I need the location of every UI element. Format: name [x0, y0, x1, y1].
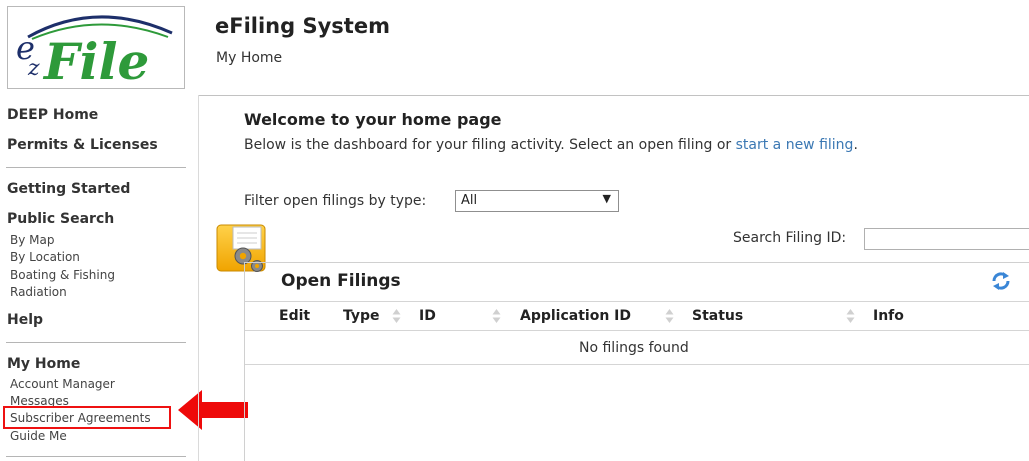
- welcome-text: Below is the dashboard for your filing a…: [244, 137, 858, 153]
- sidebar-divider: [6, 456, 186, 457]
- column-header-info[interactable]: Info: [873, 308, 904, 324]
- svg-text:File: File: [42, 32, 149, 88]
- sort-icon[interactable]: [392, 307, 401, 325]
- welcome-text-before: Below is the dashboard for your filing a…: [244, 137, 736, 153]
- sidebar-help-link[interactable]: Help: [7, 312, 43, 328]
- sort-icon[interactable]: [665, 307, 674, 325]
- header-divider: [198, 95, 1029, 96]
- sort-icon[interactable]: [846, 307, 855, 325]
- column-header-type[interactable]: Type: [343, 308, 380, 324]
- red-arrow-icon: [178, 390, 248, 430]
- filter-type-select[interactable]: All ▼: [455, 190, 619, 212]
- table-header-top-rule: [245, 301, 1029, 302]
- column-header-id[interactable]: ID: [419, 308, 436, 324]
- start-new-filing-link[interactable]: start a new filing: [736, 137, 854, 153]
- column-header-status[interactable]: Status: [692, 308, 743, 324]
- page-title: eFiling System: [215, 14, 390, 38]
- table-header-bottom-rule: [245, 330, 1029, 331]
- open-filings-panel: [244, 262, 1029, 461]
- highlight-box: [3, 406, 171, 429]
- sidebar-getting-started-link[interactable]: Getting Started: [7, 181, 130, 197]
- sidebar-radiation-link[interactable]: Radiation: [10, 285, 67, 299]
- sidebar-public-search-link[interactable]: Public Search: [7, 211, 114, 227]
- svg-text:z: z: [27, 56, 40, 81]
- ezfile-logo[interactable]: e z File: [7, 6, 185, 89]
- sidebar-divider: [6, 342, 186, 343]
- column-header-application-id[interactable]: Application ID: [520, 308, 631, 324]
- filter-label: Filter open filings by type:: [244, 193, 427, 209]
- sidebar-my-home-link[interactable]: My Home: [7, 356, 80, 372]
- main-border: [198, 95, 199, 461]
- empty-table-message: No filings found: [579, 340, 689, 356]
- sidebar-guide-me-link[interactable]: Guide Me: [10, 429, 67, 443]
- dropdown-caret-icon: ▼: [602, 192, 611, 205]
- sidebar-permits-link[interactable]: Permits & Licenses: [7, 137, 158, 153]
- column-header-edit[interactable]: Edit: [279, 308, 310, 324]
- welcome-text-after: .: [853, 137, 858, 153]
- sidebar-by-location-link[interactable]: By Location: [10, 250, 80, 264]
- filter-selected-value: All: [461, 193, 478, 208]
- search-filing-id-label: Search Filing ID:: [733, 230, 847, 246]
- search-filing-id-input[interactable]: [864, 228, 1029, 250]
- sort-icon[interactable]: [492, 307, 501, 325]
- welcome-heading: Welcome to your home page: [244, 110, 502, 129]
- sidebar: e z File DEEP Home Permits & Licenses Ge…: [0, 0, 198, 461]
- refresh-icon[interactable]: [990, 270, 1012, 292]
- table-row-rule: [245, 364, 1029, 365]
- sidebar-by-map-link[interactable]: By Map: [10, 233, 54, 247]
- sidebar-divider: [6, 167, 186, 168]
- sidebar-boating-link[interactable]: Boating & Fishing: [10, 268, 115, 282]
- breadcrumb: My Home: [216, 50, 283, 66]
- sidebar-deep-home-link[interactable]: DEEP Home: [7, 107, 98, 123]
- open-filings-title: Open Filings: [281, 271, 401, 291]
- sidebar-account-manager-link[interactable]: Account Manager: [10, 377, 115, 391]
